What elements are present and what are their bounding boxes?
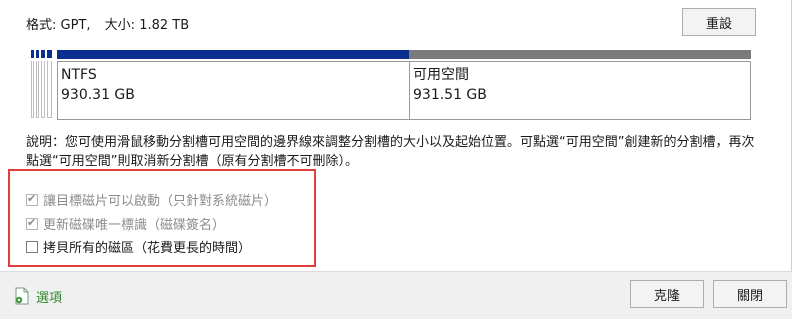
checkbox[interactable]: ✔: [26, 191, 38, 206]
disk-map[interactable]: NTFS 930.31 GB 可用空間 931.51 GB: [31, 50, 751, 120]
checkbox[interactable]: [26, 240, 38, 253]
mini-partition-4[interactable]: [47, 50, 52, 118]
options-link-label: 選項: [36, 290, 63, 306]
format-value: GPT,: [60, 18, 91, 33]
option-label: 拷貝所有的磁區（花費更長的時間）: [43, 241, 252, 256]
option-update-disk-signature[interactable]: ✔ 更新磁碟唯一標識（磁碟簽名）: [26, 214, 225, 233]
checkmark-icon: ✔: [27, 215, 37, 229]
size-value: 1.82 TB: [139, 18, 190, 33]
mini-partition-2[interactable]: [36, 50, 39, 118]
partition-bar: [409, 50, 751, 59]
option-make-bootable[interactable]: ✔ 讓目標磁片可以啟動（只針對系統磁片）: [26, 190, 277, 209]
partition-unallocated[interactable]: 可用空間 931.51 GB: [409, 50, 751, 120]
checkbox[interactable]: ✔: [26, 215, 38, 230]
partition-size: 930.31 GB: [61, 87, 135, 103]
partition-ntfs[interactable]: NTFS 930.31 GB: [57, 50, 426, 120]
partition-bar: [57, 50, 426, 59]
clone-button[interactable]: 克隆: [630, 280, 704, 308]
page-gear-icon: [15, 287, 29, 305]
partition-size: 931.51 GB: [413, 87, 487, 103]
mini-partition-1[interactable]: [31, 50, 34, 118]
mini-partition-3[interactable]: [41, 50, 45, 118]
reset-button[interactable]: 重設: [682, 8, 756, 36]
partition-name: NTFS: [61, 67, 97, 83]
description-text: 說明：您可使用滑鼠移動分割槽可用空間的邊界線來調整分割槽的大小以及起始位置。可點…: [26, 135, 755, 169]
option-sector-copy[interactable]: 拷貝所有的磁區（花費更長的時間）: [26, 237, 251, 256]
partition-name: 可用空間: [413, 67, 469, 83]
options-link[interactable]: 選項: [12, 286, 62, 306]
option-label: 更新磁碟唯一標識（磁碟簽名）: [43, 218, 226, 233]
size-label: 大小:: [104, 18, 136, 33]
close-button[interactable]: 關閉: [713, 280, 787, 308]
disk-layout-panel: 格式: GPT, 大小: 1.82 TB 重設 NTFS 930.31 GB 可…: [0, 0, 792, 271]
dialog-footer: 選項 克隆 關閉: [0, 271, 792, 319]
disk-info: 格式: GPT, 大小: 1.82 TB: [26, 14, 189, 33]
format-label: 格式:: [26, 18, 57, 33]
checkmark-icon: ✔: [27, 191, 37, 205]
option-label: 讓目標磁片可以啟動（只針對系統磁片）: [43, 194, 278, 209]
